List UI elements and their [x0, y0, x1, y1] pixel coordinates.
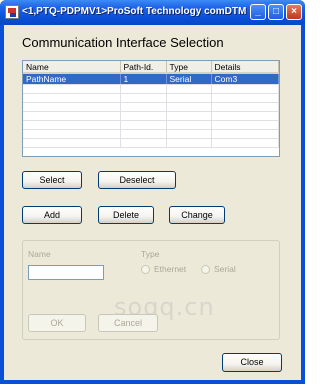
cell-details: Com3: [211, 73, 279, 85]
cell-name: PathName: [23, 73, 121, 85]
deselect-button[interactable]: Deselect: [98, 171, 176, 189]
title-bar[interactable]: <1,PTQ-PDPMV1>ProSoft Technology comDTM …: [0, 0, 305, 25]
list-row-empty[interactable]: [23, 138, 279, 148]
close-button[interactable]: Close: [222, 353, 282, 372]
prosoft-app-icon[interactable]: [5, 5, 19, 19]
close-window-button[interactable]: ×: [286, 4, 302, 20]
column-header-path-id[interactable]: Path-Id.: [120, 61, 167, 74]
delete-button[interactable]: Delete: [98, 206, 154, 224]
column-header-type[interactable]: Type: [166, 61, 212, 74]
name-label: Name: [28, 249, 51, 259]
list-row-selected[interactable]: PathName 1 Serial Com3: [23, 73, 279, 85]
cancel-button[interactable]: Cancel: [98, 314, 158, 332]
interface-list[interactable]: Name Path-Id. Type Details PathName 1 Se…: [22, 60, 280, 157]
minimize-button[interactable]: _: [250, 4, 266, 20]
list-header-row: Name Path-Id. Type Details: [23, 61, 279, 74]
dialog-client-area: Communication Interface Selection Name P…: [4, 25, 301, 380]
add-button[interactable]: Add: [22, 206, 82, 224]
column-header-name[interactable]: Name: [23, 61, 121, 74]
change-button[interactable]: Change: [169, 206, 225, 224]
column-header-details[interactable]: Details: [211, 61, 279, 74]
list-row-empty[interactable]: [23, 120, 279, 130]
window-title: <1,PTQ-PDPMV1>ProSoft Technology comDTM …: [22, 6, 247, 17]
ethernet-radio-label: Ethernet: [154, 264, 187, 274]
maximize-button[interactable]: □: [268, 4, 284, 20]
list-row-empty[interactable]: [23, 102, 279, 112]
ethernet-radio[interactable]: [141, 265, 150, 274]
list-row-empty[interactable]: [23, 111, 279, 121]
cell-type: Serial: [166, 73, 212, 85]
type-label: Type: [141, 249, 160, 259]
serial-radio[interactable]: [201, 265, 210, 274]
select-button[interactable]: Select: [22, 171, 82, 189]
list-row-empty[interactable]: [23, 84, 279, 94]
list-row-empty[interactable]: [23, 129, 279, 139]
dialog-window: <1,PTQ-PDPMV1>ProSoft Technology comDTM …: [0, 0, 305, 384]
serial-radio-label: Serial: [214, 264, 236, 274]
list-row-empty[interactable]: [23, 93, 279, 103]
dialog-heading: Communication Interface Selection: [22, 35, 224, 50]
ok-button[interactable]: OK: [28, 314, 86, 332]
name-input[interactable]: [28, 265, 104, 280]
cell-path-id: 1: [120, 73, 167, 85]
